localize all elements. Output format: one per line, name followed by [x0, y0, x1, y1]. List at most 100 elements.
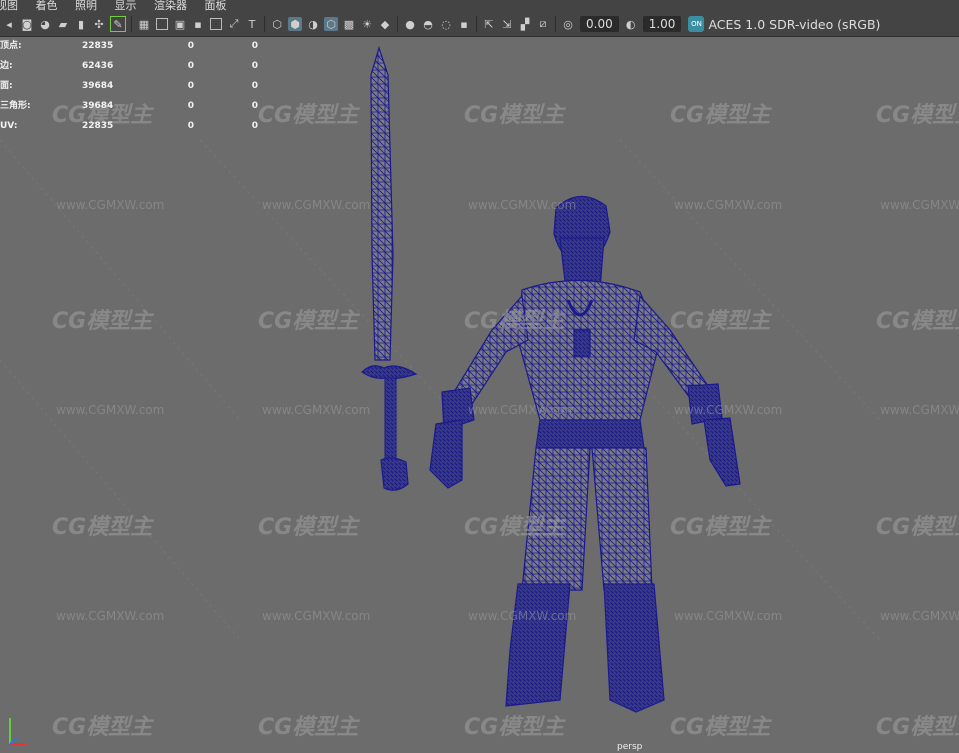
gamma-icon[interactable]: ◐ [624, 17, 638, 31]
menu-view[interactable]: 视图 [0, 0, 18, 12]
field-chart-icon[interactable] [210, 18, 222, 30]
resolution-gate-icon[interactable]: ▣ [173, 17, 187, 31]
watermark-logo: CG模型主 [258, 515, 359, 540]
axis-gizmo-icon [9, 718, 28, 745]
menu-renderer[interactable]: 渲染器 [154, 0, 187, 12]
watermark-logo: CG模型主 [876, 309, 959, 334]
watermark-url: www.CGMXW.com [468, 609, 577, 623]
poly-count-hud: 顶点: 22835 0 0 边: 62436 0 0 面: 39684 0 0 … [0, 36, 258, 136]
exposure-field[interactable]: 0.00 [580, 16, 619, 32]
isolate-select-icon[interactable]: ⇱ [482, 17, 496, 31]
stat-row-uvs: UV: 22835 0 0 [0, 116, 258, 136]
gate-mask-icon[interactable]: ▪ [191, 17, 205, 31]
color-management-icon[interactable]: ON [688, 16, 705, 32]
smooth-shade-icon[interactable]: ⬢ [288, 17, 302, 31]
menu-bar: 视图 着色 照明 显示 渲染器 面板 [0, 0, 959, 12]
safe-title-icon[interactable]: T [245, 17, 259, 31]
watermark-url: www.CGMXW.com [56, 609, 165, 623]
watermark-url: www.CGMXW.com [674, 609, 783, 623]
default-material-icon[interactable]: ◑ [306, 17, 320, 31]
stat-value: 0 [251, 81, 258, 91]
select-camera-icon[interactable]: ◂ [2, 17, 16, 31]
menu-lighting[interactable]: 照明 [75, 0, 97, 12]
watermark-url: www.CGMXW.com [262, 609, 371, 623]
watermark-url: www.CGMXW.com [880, 198, 959, 212]
watermark-logo: CG模型主 [464, 309, 565, 334]
watermark-logo: CG模型主 [258, 103, 359, 128]
color-space-label[interactable]: ACES 1.0 SDR-video (sRGB) [708, 17, 880, 32]
watermark-logo: CG模型主 [670, 309, 771, 334]
viewport-toolbar: ◂ ◙ ◕ ▰ ▮ ✣ ✎ ▦ ▣ ▪ ⤢ T ⬡ ⬢ ◑ ⬡ ▩ ☀ ◆ ● … [0, 12, 959, 37]
wireframe-on-shaded-icon[interactable]: ⬡ [324, 17, 338, 31]
stat-value: 39684 [82, 81, 114, 91]
watermark-logo: CG模型主 [464, 715, 565, 740]
ambient-occlusion-icon[interactable]: ● [403, 17, 417, 31]
menu-show[interactable]: 显示 [115, 0, 137, 12]
shadows-icon[interactable]: ◆ [378, 17, 392, 31]
stat-label: 顶点: [0, 41, 22, 51]
stat-value: 0 [251, 41, 258, 51]
watermark-url: www.CGMXW.com [674, 198, 783, 212]
use-lights-icon[interactable]: ☀ [360, 17, 374, 31]
watermark-url: www.CGMXW.com [674, 403, 783, 417]
watermark-url: www.CGMXW.com [468, 198, 577, 212]
watermark-url: www.CGMXW.com [56, 403, 165, 417]
anti-aliasing-icon[interactable]: ◌ [439, 17, 453, 31]
stat-row-faces: 面: 39684 0 0 [0, 76, 258, 96]
stat-row-vertices: 顶点: 22835 0 0 [0, 36, 258, 56]
xray-icon[interactable]: ⇲ [500, 17, 514, 31]
menu-panels[interactable]: 面板 [205, 0, 227, 12]
film-gate-icon[interactable] [156, 18, 168, 30]
watermark-logo: CG模型主 [876, 715, 959, 740]
gamma-field[interactable]: 1.00 [642, 16, 682, 32]
stat-value: 0 [187, 121, 194, 131]
bookmark-icon[interactable]: ◕ [38, 17, 52, 31]
stat-value: 0 [251, 61, 258, 71]
tumble-icon[interactable]: ✣ [92, 17, 106, 31]
wireframe-icon[interactable]: ⬡ [270, 17, 284, 31]
watermark-logo: CG模型主 [258, 309, 359, 334]
xray-active-icon[interactable]: ⧄ [536, 17, 550, 31]
character-mesh [429, 195, 741, 713]
motion-blur-icon[interactable]: ◓ [421, 17, 435, 31]
watermark-url: www.CGMXW.com [262, 403, 371, 417]
stat-value: 0 [251, 121, 258, 131]
stat-row-edges: 边: 62436 0 0 [0, 56, 258, 76]
watermark-logo: CG模型主 [670, 515, 771, 540]
watermark-logo: CG模型主 [670, 103, 771, 128]
stat-value: 0 [187, 41, 194, 51]
watermark-logo: CG模型主 [52, 515, 153, 540]
camera-attributes-icon[interactable]: ◙ [20, 17, 34, 31]
camera-icon[interactable]: ▰ [56, 17, 70, 31]
xray-joints-icon[interactable]: ▞ [518, 17, 532, 31]
camera-name-label: persp [617, 742, 643, 752]
stat-value: 0 [187, 61, 194, 71]
menu-shading[interactable]: 着色 [36, 0, 58, 12]
watermark-logo: CG模型主 [876, 515, 959, 540]
safe-action-icon[interactable]: ⤢ [227, 17, 241, 31]
viewport-canvas [0, 46, 881, 713]
textured-icon[interactable]: ▩ [342, 17, 356, 31]
stat-label: UV: [0, 121, 18, 131]
stat-value: 39684 [82, 101, 114, 111]
watermark-logo: CG模型主 [876, 103, 959, 128]
watermark-url: www.CGMXW.com [880, 403, 959, 417]
watermark-logo: CG模型主 [258, 715, 359, 740]
stat-value: 0 [187, 101, 194, 111]
watermark-logo: CG模型主 [52, 309, 153, 334]
grease-pencil-icon[interactable]: ✎ [110, 16, 126, 32]
stat-value: 62436 [82, 61, 114, 71]
image-plane-icon[interactable]: ▮ [74, 17, 88, 31]
watermark-logo: CG模型主 [464, 103, 565, 128]
grid-icon[interactable]: ▦ [137, 17, 151, 31]
depth-of-field-icon[interactable]: ▪ [457, 17, 471, 31]
stat-label: 边: [0, 61, 13, 71]
perspective-viewport[interactable]: CG模型主 CG模型主 CG模型主 CG模型主 CG模型主 www.CGMXW.… [0, 37, 959, 753]
watermark-url: www.CGMXW.com [468, 403, 577, 417]
watermark-url: www.CGMXW.com [880, 609, 959, 623]
watermark-url: www.CGMXW.com [56, 198, 165, 212]
stat-value: 22835 [82, 41, 114, 51]
watermark-logo: CG模型主 [670, 715, 771, 740]
stat-value: 22835 [82, 121, 114, 131]
exposure-icon[interactable]: ◎ [561, 17, 575, 31]
